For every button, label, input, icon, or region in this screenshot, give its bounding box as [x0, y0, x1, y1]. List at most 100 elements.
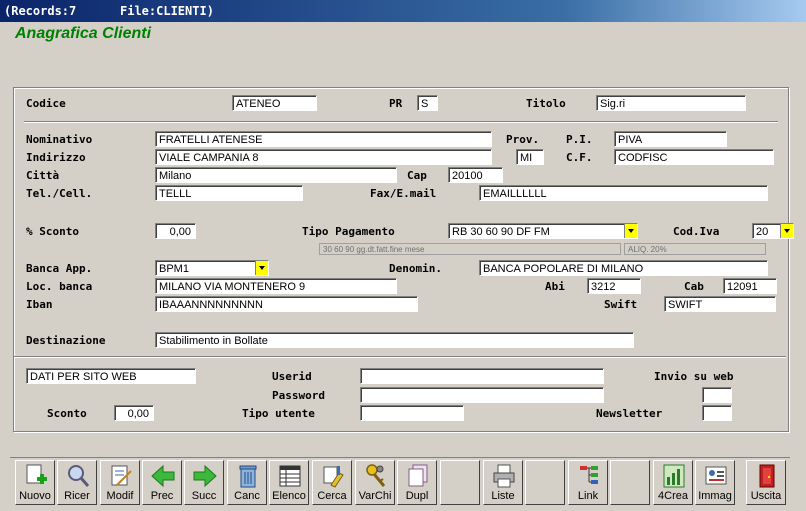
cap-label: Cap — [407, 169, 427, 182]
destinazione-field[interactable]: Stabilimento in Bollate — [155, 332, 634, 348]
citta-field[interactable]: Milano — [155, 167, 397, 183]
succ-button[interactable]: Succ — [184, 460, 224, 505]
cod-iva-description: ALIQ. 20% — [624, 243, 766, 255]
indirizzo-field[interactable]: VIALE CAMPANIA 8 — [155, 149, 492, 165]
nominativo-field[interactable]: FRATELLI ATENESE — [155, 131, 492, 147]
prov-label: Prov. — [506, 133, 540, 146]
loc-banca-field[interactable]: MILANO VIA MONTENERO 9 — [155, 278, 397, 294]
tipo-pagamento-description: 30 60 90 gg.dt.fatt.fine mese — [319, 243, 621, 255]
varchi-button[interactable]: VarChi — [355, 460, 395, 505]
swift-label: Swift — [604, 298, 638, 311]
iban-label: Iban — [26, 298, 53, 311]
prov-field[interactable]: MI — [516, 149, 544, 165]
pr-field[interactable]: S — [417, 95, 438, 111]
empty-button-3[interactable] — [610, 460, 650, 505]
section-divider — [24, 121, 778, 123]
fax-email-field[interactable]: EMAILLLLLL — [479, 185, 768, 201]
tipo-pagamento-value: RB 30 60 90 DF FM — [452, 226, 550, 238]
arrow-left-icon — [151, 464, 175, 488]
invio-web-field[interactable] — [702, 387, 732, 403]
cod-iva-label: Cod.Iva — [673, 225, 720, 238]
tipo-pagamento-label: Tipo Pagamento — [302, 225, 395, 238]
codice-field[interactable]: ATENEO — [232, 95, 317, 111]
swift-field[interactable]: SWIFT — [664, 296, 776, 312]
abi-field[interactable]: 3212 — [587, 278, 641, 294]
edit-document-icon — [111, 465, 132, 486]
nominativo-label: Nominativo — [26, 133, 93, 146]
titolo-label: Titolo — [526, 97, 566, 110]
canc-button[interactable]: Canc — [227, 460, 267, 505]
exit-door-icon — [759, 464, 775, 488]
pr-label: PR — [389, 97, 403, 110]
indirizzo-label: Indirizzo — [26, 151, 86, 164]
keys-icon — [366, 464, 386, 487]
chevron-down-icon[interactable] — [255, 261, 268, 275]
elenco-button[interactable]: Elenco — [269, 460, 309, 505]
sconto-label: % Sconto — [26, 225, 79, 238]
chevron-down-icon[interactable] — [780, 224, 793, 238]
tipo-pagamento-select[interactable]: RB 30 60 90 DF FM — [448, 223, 638, 239]
cab-field[interactable]: 12091 — [723, 278, 777, 294]
web-sconto-field[interactable]: 0,00 — [114, 405, 154, 421]
cab-label: Cab — [684, 280, 704, 293]
magnifier-icon — [68, 465, 90, 487]
pi-field[interactable]: PIVA — [614, 131, 727, 147]
file-name: File:CLIENTI) — [120, 4, 214, 18]
tipo-utente-label: Tipo utente — [242, 407, 315, 420]
denomin-label: Denomin. — [389, 262, 442, 275]
userid-field[interactable] — [360, 368, 604, 384]
cerca-button[interactable]: Cerca — [312, 460, 352, 505]
cod-iva-value: 20 — [756, 226, 769, 238]
cf-label: C.F. — [566, 151, 593, 164]
dati-sito-web-field[interactable]: DATI PER SITO WEB — [26, 368, 196, 384]
page-title: Anagrafica Clienti — [15, 25, 152, 42]
printer-icon — [493, 464, 515, 488]
modif-button[interactable]: Modif — [100, 460, 140, 505]
cod-iva-select[interactable]: 20 — [752, 223, 794, 239]
banca-app-select[interactable]: BPM1 — [155, 260, 269, 276]
tipo-utente-field[interactable] — [360, 405, 464, 421]
cf-field[interactable]: CODFISC — [614, 149, 774, 165]
trash-icon — [239, 465, 257, 488]
cap-field[interactable]: 20100 — [448, 167, 503, 183]
link-tree-icon — [580, 466, 598, 484]
empty-button-2[interactable] — [525, 460, 565, 505]
loc-banca-label: Loc. banca — [26, 280, 93, 293]
sconto-field[interactable]: 0,00 — [155, 223, 196, 239]
pi-label: P.I. — [566, 133, 593, 146]
arrow-right-icon — [193, 464, 217, 488]
link-button[interactable]: Link — [568, 460, 608, 505]
nuovo-button[interactable]: Nuovo — [15, 460, 55, 505]
4crea-button[interactable]: 4Crea — [653, 460, 693, 505]
abi-label: Abi — [545, 280, 565, 293]
userid-label: Userid — [272, 370, 312, 383]
banca-app-label: Banca App. — [26, 262, 93, 275]
chevron-down-icon[interactable] — [624, 224, 637, 238]
immag-button[interactable]: Immag — [695, 460, 735, 505]
search-broom-icon — [323, 466, 344, 488]
newsletter-field[interactable] — [702, 405, 732, 421]
empty-button-1[interactable] — [440, 460, 480, 505]
list-table-icon — [279, 465, 301, 487]
newsletter-label: Newsletter — [596, 407, 663, 420]
uscita-button[interactable]: Uscita — [746, 460, 786, 505]
records-count: (Records:7 — [4, 4, 77, 18]
create-chart-icon — [663, 464, 685, 488]
denomin-field[interactable]: BANCA POPOLARE DI MILANO — [479, 260, 768, 276]
new-document-icon — [26, 464, 47, 484]
duplicate-icon — [408, 464, 428, 487]
titolo-field[interactable]: Sig.ri — [596, 95, 746, 111]
password-field[interactable] — [360, 387, 604, 403]
iban-field[interactable]: IBAAANNNNNNNNN — [155, 296, 418, 312]
codice-label: Codice — [26, 97, 66, 110]
image-card-icon — [705, 466, 727, 485]
banca-app-value: BPM1 — [159, 263, 189, 275]
tel-field[interactable]: TELLL — [155, 185, 303, 201]
prec-button[interactable]: Prec — [142, 460, 182, 505]
invio-web-label: Invio su web — [654, 370, 734, 383]
ricer-button[interactable]: Ricer — [57, 460, 97, 505]
dupl-button[interactable]: Dupl — [397, 460, 437, 505]
liste-button[interactable]: Liste — [483, 460, 523, 505]
web-sconto-label: Sconto — [47, 407, 87, 420]
destinazione-label: Destinazione — [26, 334, 106, 347]
